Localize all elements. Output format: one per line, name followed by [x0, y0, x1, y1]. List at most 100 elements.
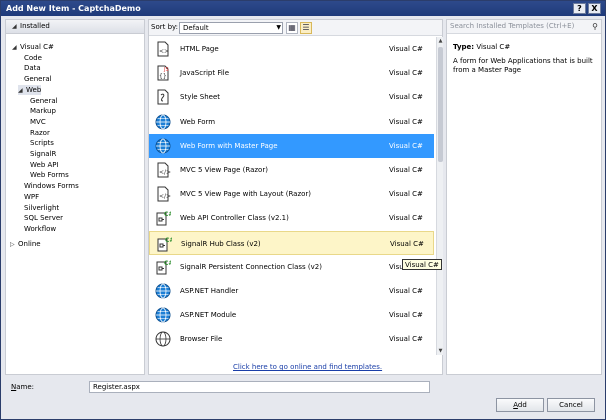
template-language: Visual C# [389, 166, 423, 174]
language-tooltip: Visual C# [402, 259, 442, 270]
name-label: Name: [11, 383, 35, 391]
tree-item-web-api[interactable]: Web API [30, 160, 59, 170]
template-name: Web API Controller Class (v2.1) [180, 214, 289, 223]
collapse-arrow-icon[interactable]: ◢ [12, 43, 20, 53]
tree-item-sql-server[interactable]: SQL Server [24, 213, 63, 223]
tree-item-label: General [24, 75, 52, 84]
template-item-asp-net-module[interactable]: ASP.NET Module Visual C# [149, 303, 434, 327]
tree-item-label: MVC [30, 117, 46, 126]
template-language: Visual C# [389, 117, 423, 126]
tree-item-label: Windows Forms [24, 182, 79, 191]
template-item-web-form-with-master-page[interactable]: Web Form with Master Page Visual C# [149, 133, 434, 158]
template-item-asp-net-handler[interactable]: ASP.NET Handler Visual C# [149, 279, 434, 303]
collapse-arrow-icon: ◢ [12, 23, 17, 30]
tree-item-web[interactable]: ◢ Web [18, 84, 42, 96]
help-button[interactable]: ? [573, 3, 586, 14]
tree-item-label: Web [26, 85, 42, 94]
list-view-button[interactable]: ☰ [300, 22, 312, 34]
category-panel: ◢ Installed ◢ Visual C# Code Data General ◢ Web… [5, 19, 145, 375]
dialog-title: Add New Item - CaptchaDemo [6, 4, 141, 13]
tree-item-windows-forms[interactable]: Windows Forms [24, 181, 79, 191]
mvc-page-icon: </> [155, 186, 171, 202]
tree-item-razor[interactable]: Razor [30, 128, 50, 138]
search-placeholder: Search Installed Templates (Ctrl+E) [450, 22, 575, 30]
scroll-thumb[interactable] [438, 47, 443, 162]
template-item-style-sheet[interactable]: Style Sheet Visual C# [149, 85, 434, 109]
tree-item-label: Online [18, 240, 41, 248]
tree-item-label: Web Forms [30, 171, 69, 180]
tree-item-silverlight[interactable]: Silverlight [24, 203, 59, 213]
tree-item-workflow[interactable]: Workflow [24, 224, 56, 234]
tree-item-wpf[interactable]: WPF [24, 192, 39, 202]
tree-item-visual-c-[interactable]: ◢ Visual C# [12, 42, 54, 52]
list-toolbar: Sort by: Default ▼ ▦ ☰ [149, 20, 442, 36]
scroll-down-icon[interactable]: ▼ [437, 347, 444, 355]
tree-item-scripts[interactable]: Scripts [30, 138, 54, 148]
search-templates-input[interactable]: Search Installed Templates (Ctrl+E) ⚲ [447, 20, 601, 34]
find-templates-online-link[interactable]: Click here to go online and find templat… [233, 363, 382, 371]
template-language: Visual C# [389, 311, 423, 320]
tree-item-label: General [30, 96, 58, 105]
template-name: Browser File [180, 335, 223, 344]
medium-icons-view-button[interactable]: ▦ [286, 22, 298, 34]
search-icon[interactable]: ⚲ [592, 20, 598, 33]
template-name: JavaScript File [180, 69, 230, 78]
template-language: Visual C# [389, 93, 423, 102]
template-language: Visual C# [389, 287, 423, 295]
template-list-panel: Sort by: Default ▼ ▦ ☰ <> HTML Page Visual… [148, 19, 443, 375]
name-field[interactable]: Register.aspx [89, 381, 430, 393]
template-language: Visual C# [389, 190, 423, 199]
tree-item-label: Razor [30, 128, 50, 137]
template-language: Visual C# [389, 69, 423, 78]
installed-header[interactable]: ◢ Installed [6, 20, 144, 34]
template-item-mvc-5-view-page-razor[interactable]: </> MVC 5 View Page (Razor) Visual C# [149, 158, 434, 182]
csharp-class-icon: C# [155, 259, 173, 275]
template-name: ASP.NET Handler [180, 287, 239, 295]
template-name: HTML Page [180, 45, 219, 53]
tree-item-general[interactable]: General [24, 74, 52, 84]
template-name: MVC 5 View Page (Razor) [180, 166, 268, 174]
collapse-arrow-icon[interactable]: ◢ [18, 86, 26, 96]
tree-item-data[interactable]: Data [24, 63, 41, 73]
tree-item-markup[interactable]: Markup [30, 106, 56, 116]
template-name: SignalR Hub Class (v2) [181, 239, 261, 248]
tree-item-mvc[interactable]: MVC [30, 117, 46, 127]
template-item-signalr-hub-class-v2[interactable]: C# SignalR Hub Class (v2) Visual C# [149, 230, 434, 255]
template-item-web-form[interactable]: Web Form Visual C# [149, 110, 434, 134]
tree-item-code[interactable]: Code [24, 53, 42, 63]
template-language: Visual C# [389, 45, 423, 53]
template-item-signalr-persistent-connection-class-v2[interactable]: C# SignalR Persistent Connection Class (v… [149, 255, 434, 279]
cancel-button[interactable]: Cancel [547, 398, 595, 412]
sort-dropdown[interactable]: Default ▼ [179, 22, 283, 34]
tree-item-web-forms[interactable]: Web Forms [30, 170, 69, 180]
browser-file-icon [155, 331, 171, 347]
template-description: A form for Web Applications that is buil… [453, 57, 593, 74]
tree-item-general[interactable]: General [30, 96, 58, 106]
scroll-up-icon[interactable]: ▲ [437, 37, 444, 45]
add-new-item-dialog: Add New Item - CaptchaDemo ? X ◢ Installe… [0, 0, 606, 420]
template-item-mvc-5-view-page-with-layout-razor[interactable]: </> MVC 5 View Page with Layout (Razor) Vi… [149, 182, 434, 206]
details-panel: Search Installed Templates (Ctrl+E) ⚲ Ty… [446, 19, 602, 375]
tree-item-label: SQL Server [24, 214, 64, 223]
list-scrollbar[interactable]: ▲ ▼ [436, 37, 443, 355]
sort-label: Sort by: [151, 23, 179, 31]
template-item-javascript-file[interactable]: JS{} JavaScript File Visual C# [149, 61, 434, 85]
template-item-html-page[interactable]: <> HTML Page Visual C# [149, 37, 434, 61]
type-label: Type: [453, 43, 475, 51]
globe-icon [155, 283, 171, 299]
tree-item-signalr[interactable]: SignalR [30, 149, 56, 159]
template-item-browser-file[interactable]: Browser File Visual C# [149, 327, 434, 351]
list-view-icon: ☰ [302, 23, 310, 32]
javascript-file-icon: JS{} [155, 65, 171, 81]
tree-item-online[interactable]: ▷ Online [10, 239, 41, 249]
globe-icon [155, 307, 171, 323]
template-language: Visual C# [389, 214, 423, 223]
add-button[interactable]: Add [496, 398, 544, 412]
tree-item-label: Data [24, 64, 41, 73]
mvc-page-icon: </> [155, 162, 171, 178]
close-button[interactable]: X [588, 3, 601, 14]
tree-item-label: WPF [24, 192, 40, 201]
tree-item-label: Markup [30, 107, 56, 116]
svg-text:{}: {} [159, 73, 167, 80]
template-item-web-api-controller-class-v2-1[interactable]: C# Web API Controller Class (v2.1) Visual … [149, 206, 434, 230]
